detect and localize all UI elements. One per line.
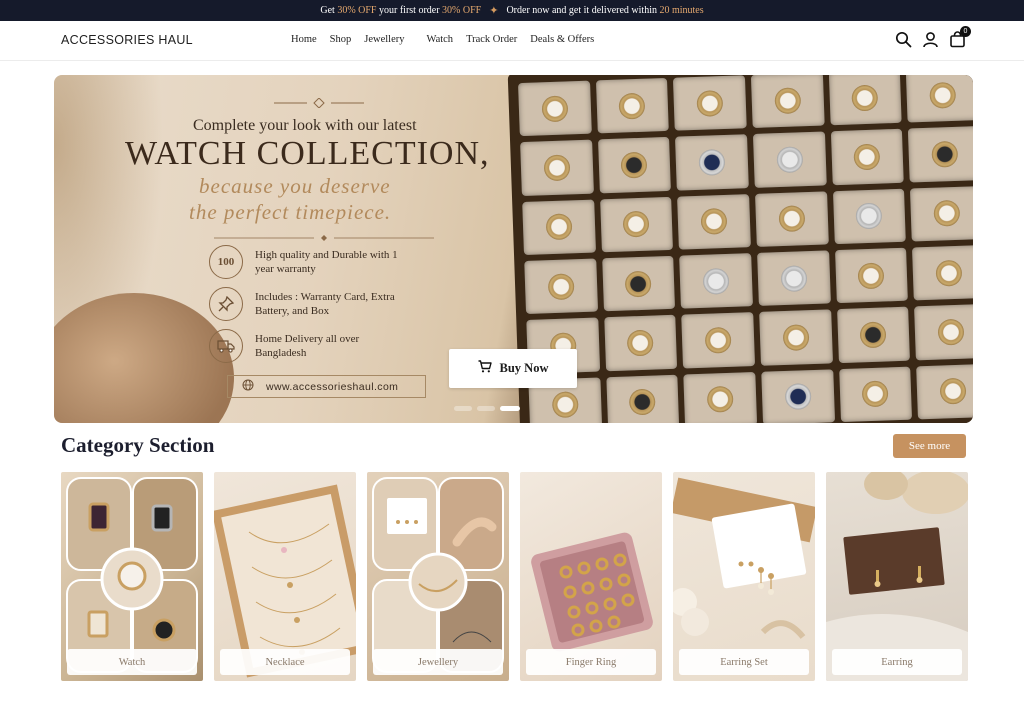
nav-watch[interactable]: Watch [427, 34, 454, 45]
hero-tagline-line: because you deserve [199, 174, 391, 198]
nav-track-order[interactable]: Track Order [466, 34, 517, 45]
category-card-earring[interactable]: Earring [826, 472, 968, 681]
category-card-necklace[interactable]: Necklace [214, 472, 356, 681]
search-icon[interactable] [895, 31, 912, 48]
category-card-watch[interactable]: Watch [61, 472, 203, 681]
hundred-icon: 100 [209, 245, 243, 279]
hero-silk-decoration [54, 293, 234, 423]
buy-now-button[interactable]: Buy Now [449, 349, 577, 388]
feature-includes: Includes : Warranty Card, Extra Battery,… [209, 287, 405, 321]
feature-text: High quality and Durable with 1 year war… [255, 249, 398, 275]
carousel-dot[interactable] [454, 406, 472, 411]
feature-delivery: Home Delivery all over Bangladesh [209, 329, 405, 363]
main-nav: Home Shop Jewellery Watch Track Order De… [291, 34, 607, 45]
ornament-icon [274, 98, 364, 108]
carousel-dots [454, 406, 520, 411]
nav-jewellery[interactable]: Jewellery [364, 34, 404, 45]
hero-title: WATCH COLLECTION, [125, 135, 490, 172]
watch-tray-image [507, 75, 973, 423]
category-label: Jewellery [373, 649, 503, 675]
hero-tagline-line: the perfect timepiece. [189, 200, 392, 224]
category-label: Necklace [220, 649, 350, 675]
category-section-title: Category Section [61, 433, 215, 457]
feature-text: Includes : Warranty Card, Extra Battery,… [255, 291, 395, 317]
feature-warranty: 100 High quality and Durable with 1 year… [209, 245, 405, 279]
announcement-text: Order now and get it delivered within [506, 5, 657, 16]
nav-shop[interactable]: Shop [330, 34, 352, 45]
category-label: Earring Set [679, 649, 809, 675]
category-card-jewellery[interactable]: Jewellery [367, 472, 509, 681]
website-url: www.accessorieshaul.com [266, 380, 399, 393]
category-label: Earring [832, 649, 962, 675]
cart-count-badge: 0 [960, 26, 971, 37]
site-header: ACCESSORIES HAUL Home Shop Jewellery Wat… [0, 21, 1024, 61]
cart-icon [478, 360, 492, 377]
globe-icon [242, 379, 254, 394]
buy-now-label: Buy Now [499, 361, 549, 375]
category-card-earring-set[interactable]: Earring Set [673, 472, 815, 681]
feature-text: Home Delivery all over Bangladesh [255, 333, 360, 359]
carousel-dot-active[interactable] [500, 406, 520, 411]
hero-tagline: because you deserve the perfect timepiec… [189, 173, 499, 225]
announcement-text: your first order [379, 5, 440, 16]
hero-banner[interactable]: Complete your look with our latest WATCH… [54, 75, 973, 423]
see-more-button[interactable]: See more [893, 434, 966, 458]
nav-home[interactable]: Home [291, 34, 317, 45]
cart-icon[interactable]: 0 [949, 26, 971, 48]
category-card-finger-ring[interactable]: Finger Ring [520, 472, 662, 681]
hero-subtitle: Complete your look with our latest [193, 117, 417, 134]
announcement-highlight: 30% OFF [337, 5, 377, 16]
announcement-highlight: 30% OFF [442, 5, 482, 16]
truck-icon [209, 329, 243, 363]
category-label: Finger Ring [526, 649, 656, 675]
website-url-box: www.accessorieshaul.com [227, 375, 426, 398]
category-cards: Watch Necklace Jewellery Finger Ring Ear… [61, 472, 968, 681]
divider-icon [214, 235, 434, 241]
pin-icon [209, 287, 243, 321]
announcement-bar: Get 30% OFF your first order 30% OFF ✦ O… [0, 0, 1024, 21]
site-logo[interactable]: ACCESSORIES HAUL [61, 33, 193, 47]
announcement-highlight: 20 minutes [659, 5, 704, 16]
announcement-text: Get [320, 5, 335, 16]
nav-deals-offers[interactable]: Deals & Offers [530, 34, 594, 45]
category-label: Watch [67, 649, 197, 675]
user-icon[interactable] [922, 31, 939, 48]
announcement-delivery: Order now and get it delivered within 20… [506, 5, 703, 16]
announcement-offer: Get 30% OFF your first order 30% OFF [320, 5, 481, 16]
sparkle-icon: ✦ [489, 5, 499, 17]
header-actions: 0 [895, 26, 971, 48]
carousel-dot[interactable] [477, 406, 495, 411]
